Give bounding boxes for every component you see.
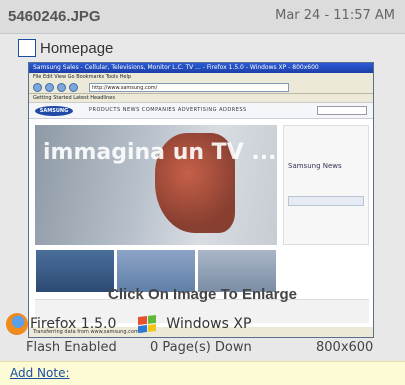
note-bar: Add Note: xyxy=(0,361,405,385)
spec-row: Firefox 1.5.0 Windows XP xyxy=(6,312,251,336)
samsung-logo: SAMSUNG xyxy=(35,106,73,116)
card-header: 5460246.JPG Mar 24 - 11:57 AM xyxy=(0,0,405,34)
pages-down: 0 Page(s) Down xyxy=(150,340,252,355)
enlarge-hint: Click On Image To Enlarge xyxy=(108,286,297,303)
hero-text: immagina un TV ... xyxy=(43,140,277,165)
homepage-label: Homepage xyxy=(40,39,114,57)
side-banner xyxy=(288,196,364,206)
info-row: Flash Enabled 0 Page(s) Down 800x600 xyxy=(0,340,405,358)
thumbnail-menubar: File Edit View Go Bookmarks Tools Help xyxy=(29,73,373,81)
thumbnail-titlebar: Samsung Sales - Cellular, Televisions, M… xyxy=(29,63,373,73)
site-nav: PRODUCTS NEWS COMPANIES ADVERTISING ADDR… xyxy=(89,107,247,113)
screenshot-card: 5460246.JPG Mar 24 - 11:57 AM Homepage S… xyxy=(0,0,405,385)
home-icon xyxy=(69,83,78,92)
firefox-icon xyxy=(6,313,28,335)
back-icon xyxy=(33,83,42,92)
forward-icon xyxy=(45,83,54,92)
thumbnail-bookmarks: Getting Started Latest Headlines xyxy=(29,94,373,103)
filename: 5460246.JPG xyxy=(8,8,101,25)
side-title: Samsung News xyxy=(288,162,342,170)
thumbnail-navbar: http://www.samsung.com/ xyxy=(29,81,373,94)
windows-icon xyxy=(138,315,157,333)
resolution: 800x600 xyxy=(316,340,374,355)
flash-status: Flash Enabled xyxy=(26,340,117,355)
timestamp: Mar 24 - 11:57 AM xyxy=(275,8,395,23)
add-note-link[interactable]: Add Note: xyxy=(10,366,70,380)
thumbnail-url: http://www.samsung.com/ xyxy=(89,83,289,92)
site-header: SAMSUNG PRODUCTS NEWS COMPANIES ADVERTIS… xyxy=(29,103,373,119)
site-search xyxy=(317,106,367,115)
os-name: Windows XP xyxy=(166,316,252,332)
reload-icon xyxy=(57,83,66,92)
site-hero: immagina un TV ... xyxy=(35,125,277,245)
site-sidebar: Samsung News xyxy=(283,125,369,245)
homepage-option[interactable]: Homepage xyxy=(18,38,113,58)
browser-name: Firefox 1.5.0 xyxy=(30,316,117,332)
homepage-checkbox[interactable] xyxy=(18,39,36,57)
